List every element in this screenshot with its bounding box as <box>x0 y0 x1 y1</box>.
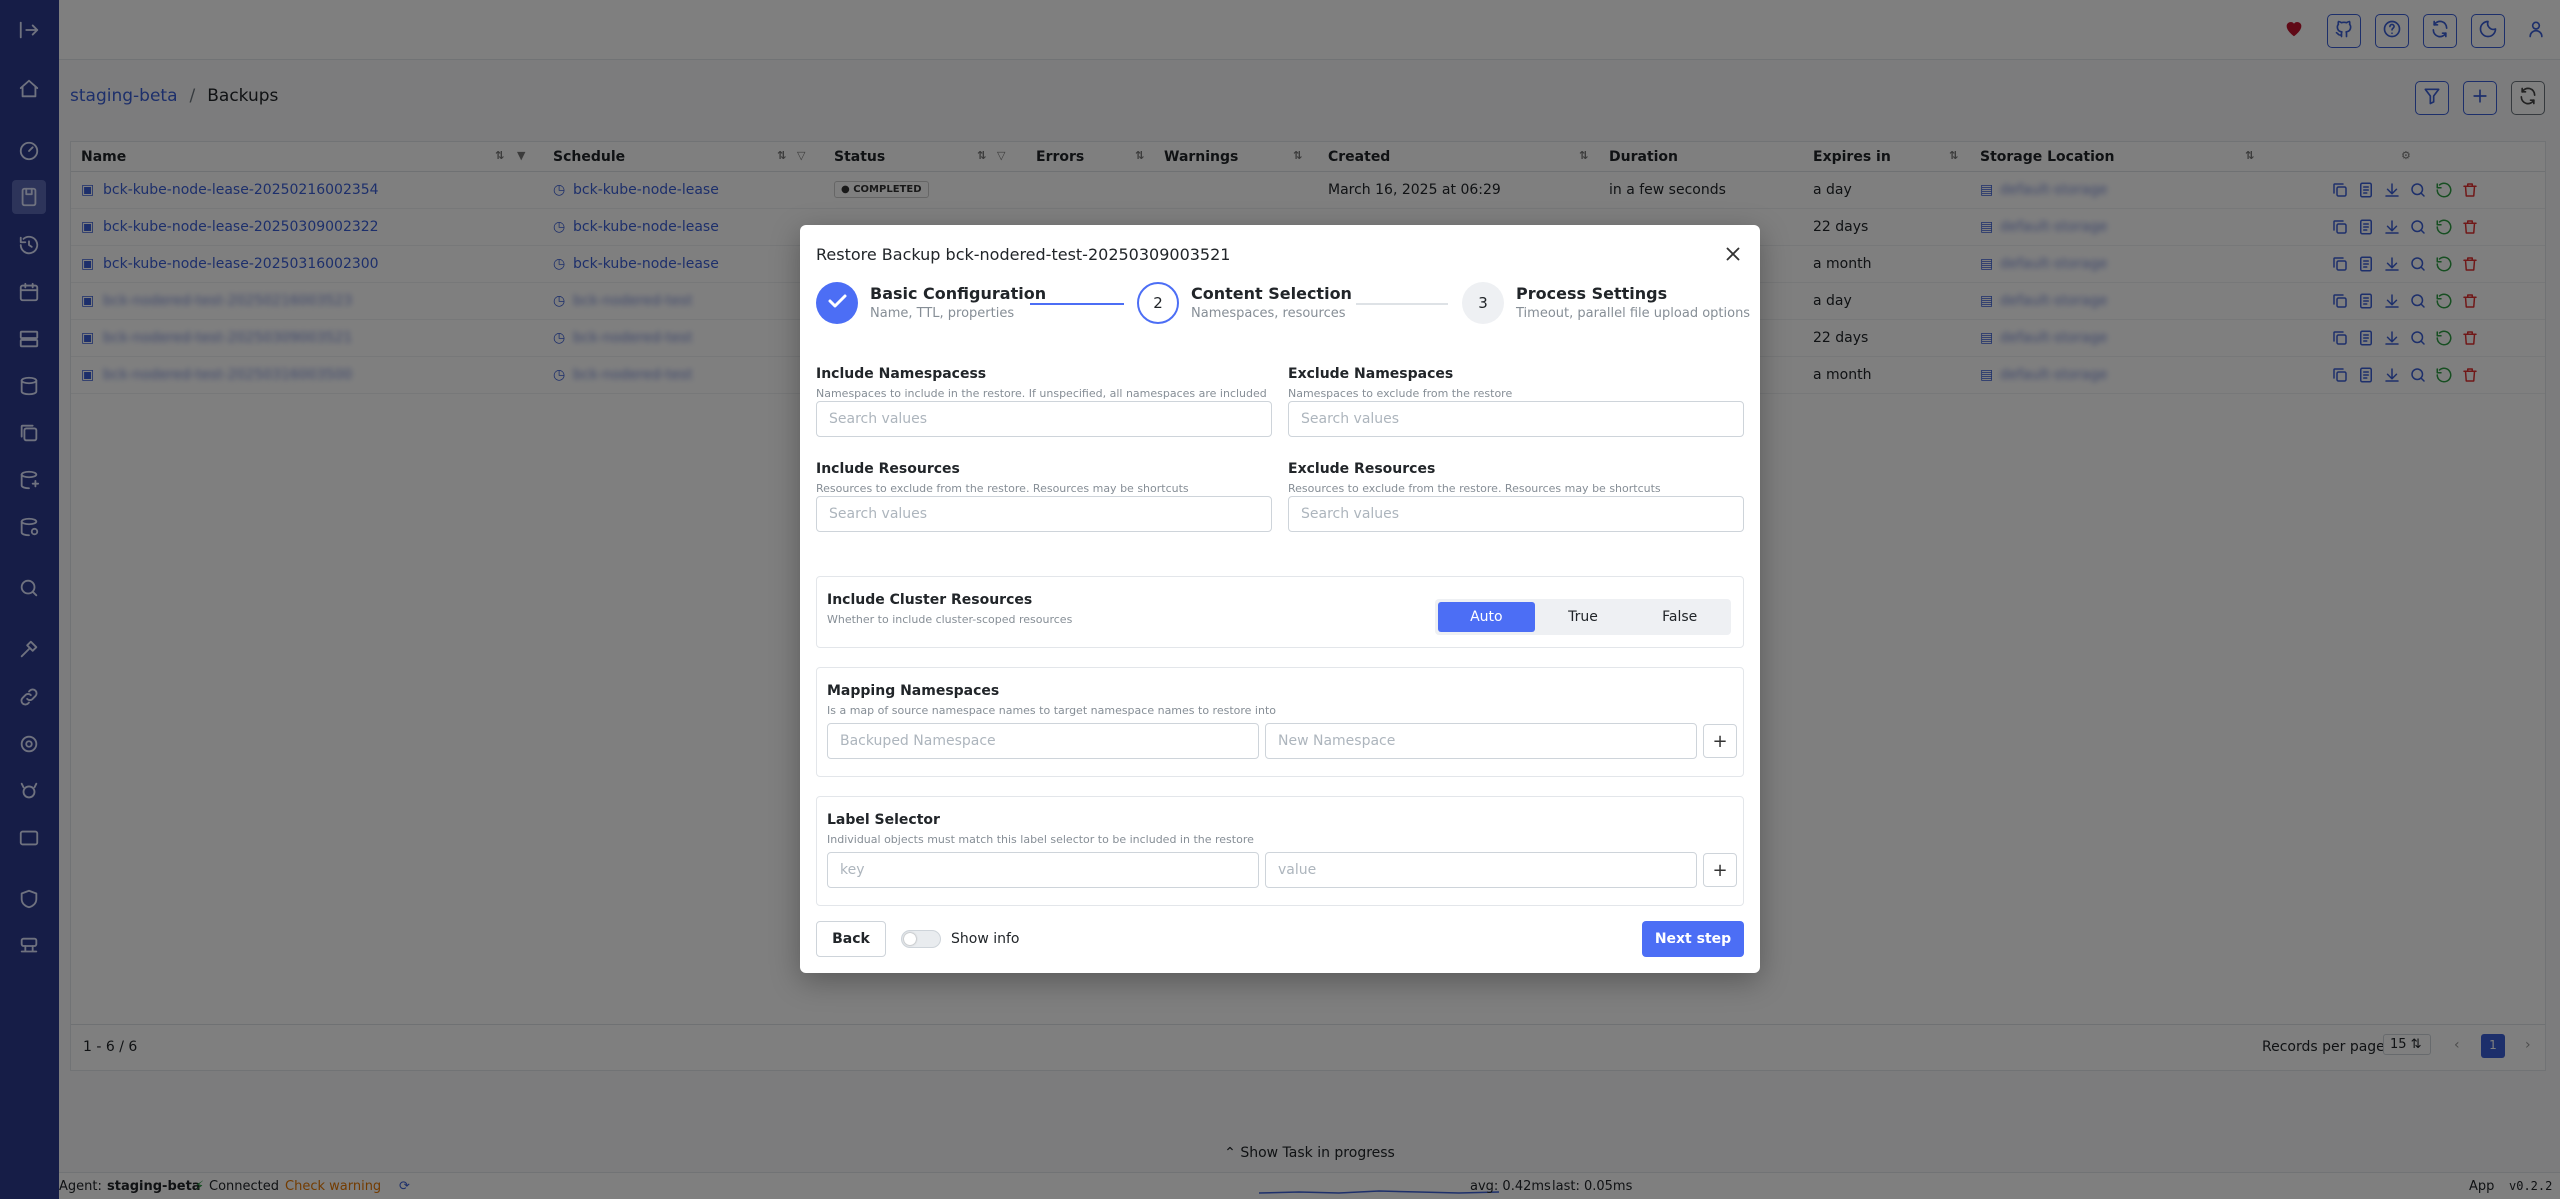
include-namespaces-input[interactable] <box>816 401 1272 437</box>
step-1-desc: Name, TTL, properties <box>870 306 1015 321</box>
exclude-resources-desc: Resources to exclude from the restore. R… <box>1288 482 1661 495</box>
exclude-namespaces-desc: Namespaces to exclude from the restore <box>1288 387 1513 400</box>
backuped-namespace-input[interactable] <box>827 723 1259 759</box>
label-key-input[interactable] <box>827 852 1259 888</box>
label-value-input[interactable] <box>1265 852 1697 888</box>
cluster-resources-label: Include Cluster Resources <box>827 592 1033 608</box>
mapping-namespaces-desc: Is a map of source namespace names to ta… <box>827 704 1276 717</box>
include-resources-label: Include Resources <box>816 461 960 477</box>
step-2-desc: Namespaces, resources <box>1191 306 1346 321</box>
include-resources-input[interactable] <box>816 496 1272 532</box>
exclude-resources-input[interactable] <box>1288 496 1744 532</box>
label-selector-label: Label Selector <box>827 812 940 828</box>
check-icon <box>825 289 849 317</box>
toggle-knob <box>904 933 916 945</box>
cluster-resources-panel: Include Cluster Resources Whether to inc… <box>816 576 1744 648</box>
mapping-namespaces-label: Mapping Namespaces <box>827 683 1000 699</box>
cluster-resources-segmented: Auto True False <box>1435 599 1731 635</box>
add-mapping-button[interactable]: + <box>1703 724 1737 758</box>
add-label-button[interactable]: + <box>1703 853 1737 887</box>
option-false[interactable]: False <box>1631 602 1728 632</box>
plus-icon: + <box>1712 859 1728 881</box>
step-3-desc: Timeout, parallel file upload options <box>1516 306 1751 321</box>
step-connector-1 <box>1030 303 1124 305</box>
show-info-toggle[interactable] <box>901 930 941 948</box>
step-3-title: Process Settings <box>1516 284 1668 303</box>
include-namespaces-label: Include Namespacess <box>816 366 987 382</box>
plus-icon: + <box>1712 730 1728 752</box>
step-connector-2 <box>1356 303 1448 305</box>
exclude-namespaces-label: Exclude Namespaces <box>1288 366 1454 382</box>
exclude-resources-label: Exclude Resources <box>1288 461 1436 477</box>
new-namespace-input[interactable] <box>1265 723 1697 759</box>
label-selector-panel: Label Selector Individual objects must m… <box>816 796 1744 906</box>
label-selector-desc: Individual objects must match this label… <box>827 833 1254 846</box>
modal-title: Restore Backup bck-nodered-test-20250309… <box>816 245 1231 264</box>
option-auto[interactable]: Auto <box>1438 602 1535 632</box>
show-info-label: Show info <box>951 931 1020 947</box>
step-3-pending[interactable]: 3 <box>1462 282 1504 324</box>
include-resources-desc: Resources to exclude from the restore. R… <box>816 482 1189 495</box>
step-1-title: Basic Configuration <box>870 284 1047 303</box>
step-1-complete[interactable] <box>816 282 858 324</box>
back-button[interactable]: Back <box>816 921 886 957</box>
restore-backup-modal: Restore Backup bck-nodered-test-20250309… <box>800 225 1760 973</box>
option-true[interactable]: True <box>1535 602 1632 632</box>
cluster-resources-desc: Whether to include cluster-scoped resour… <box>827 613 1073 626</box>
next-step-button[interactable]: Next step <box>1642 921 1744 957</box>
mapping-namespaces-panel: Mapping Namespaces Is a map of source na… <box>816 667 1744 777</box>
include-namespaces-desc: Namespaces to include in the restore. If… <box>816 387 1267 400</box>
close-icon[interactable] <box>1722 243 1744 265</box>
exclude-namespaces-input[interactable] <box>1288 401 1744 437</box>
step-2-current[interactable]: 2 <box>1137 282 1179 324</box>
step-2-title: Content Selection <box>1191 284 1352 303</box>
